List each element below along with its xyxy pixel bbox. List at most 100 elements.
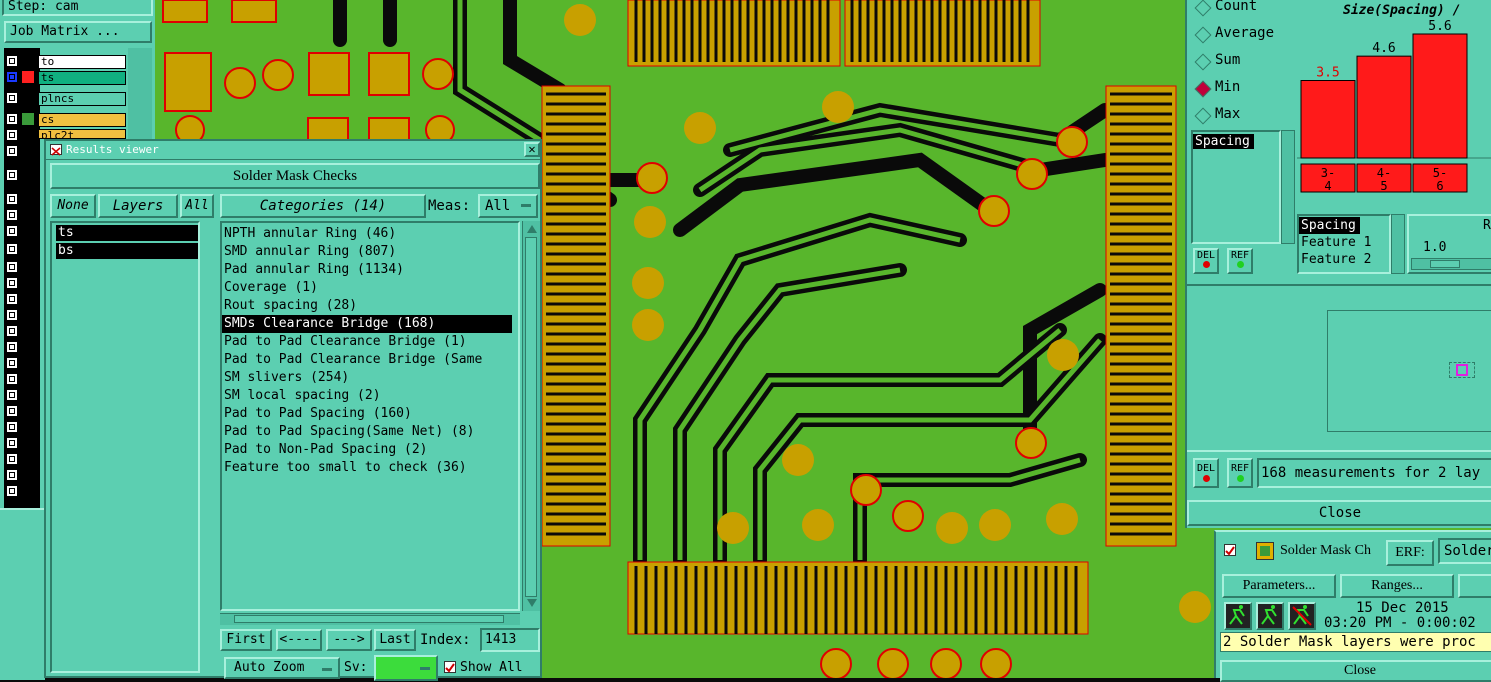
layer-name[interactable]: to — [38, 55, 126, 69]
radio-count[interactable] — [1194, 0, 1212, 17]
layer-checkbox[interactable] — [6, 357, 18, 369]
enable-checkbox[interactable] — [1224, 544, 1236, 556]
parameters-button[interactable]: Parameters... — [1222, 574, 1336, 598]
slider-thumb[interactable] — [1430, 260, 1460, 268]
index-input[interactable]: 1413 — [480, 628, 540, 652]
del-button[interactable]: DEL — [1193, 248, 1219, 274]
layer-name[interactable]: plncs — [38, 92, 126, 106]
run-icon[interactable] — [1224, 602, 1252, 630]
layer-checkbox[interactable] — [6, 309, 18, 321]
layer-checkbox[interactable] — [6, 293, 18, 305]
list-item[interactable]: ts — [56, 225, 198, 241]
close-button[interactable]: Close — [1220, 660, 1491, 682]
layer-name[interactable]: plc2t — [38, 129, 126, 139]
prev-button[interactable]: <---- — [276, 629, 322, 651]
category-item[interactable]: Pad to Pad Clearance Bridge (Same — [222, 351, 518, 369]
layer-checkbox[interactable] — [6, 243, 18, 255]
layer-checkbox[interactable] — [6, 277, 18, 289]
layers-list[interactable]: ts bs — [50, 221, 200, 673]
scroll-down-icon[interactable] — [527, 599, 537, 607]
layer-checkbox[interactable] — [6, 325, 18, 337]
resolution-slider[interactable] — [1411, 258, 1491, 270]
layer-checkbox[interactable] — [6, 421, 18, 433]
category-item[interactable]: Pad annular Ring (1134) — [222, 261, 518, 279]
category-item[interactable]: Rout spacing (28) — [222, 297, 518, 315]
layer-checkbox[interactable] — [6, 113, 18, 125]
layer-checkbox[interactable] — [6, 225, 18, 237]
layer-checkbox[interactable] — [6, 92, 18, 104]
layer-checkbox[interactable] — [6, 485, 18, 497]
layer-name[interactable]: ts — [38, 71, 126, 85]
layer-checkbox[interactable] — [6, 453, 18, 465]
categories-hscrollbar[interactable] — [220, 613, 520, 625]
layer-checkbox[interactable] — [6, 71, 18, 83]
category-item[interactable]: Pad to Pad Spacing (160) — [222, 405, 518, 423]
category-item[interactable]: SM local spacing (2) — [222, 387, 518, 405]
histogram-bar[interactable] — [1356, 55, 1412, 159]
layer-checkbox[interactable] — [6, 389, 18, 401]
first-button[interactable]: First — [220, 629, 272, 651]
sort-list-scrollbar[interactable] — [1391, 214, 1405, 274]
layer-checkbox[interactable] — [6, 145, 18, 157]
job-matrix-button[interactable]: Job Matrix ... — [4, 21, 152, 43]
layer-checkbox[interactable] — [6, 437, 18, 449]
ref-button[interactable]: REF — [1227, 458, 1253, 488]
radio-min[interactable] — [1194, 80, 1212, 98]
layer-checkbox[interactable] — [6, 193, 18, 205]
category-item[interactable]: SMDs Clearance Bridge (168) — [222, 315, 512, 333]
histogram-bar[interactable] — [1412, 33, 1468, 159]
layer-checkbox[interactable] — [6, 209, 18, 221]
attribute-list[interactable]: Spacing — [1191, 130, 1281, 244]
list-item[interactable]: bs — [56, 243, 198, 259]
categories-vscrollbar[interactable] — [522, 221, 540, 611]
radio-sum[interactable] — [1194, 53, 1212, 71]
layer-checkbox[interactable] — [6, 469, 18, 481]
next-button[interactable]: ---> — [326, 629, 372, 651]
layer-checkbox[interactable] — [6, 341, 18, 353]
category-item[interactable]: Coverage (1) — [222, 279, 518, 297]
category-item[interactable]: NPTH annular Ring (46) — [222, 225, 518, 243]
layer-checkbox[interactable] — [6, 405, 18, 417]
all-layers-button[interactable]: All — [180, 194, 214, 218]
stop-run-icon[interactable] — [1288, 602, 1316, 630]
histogram-chart[interactable]: Size(Spacing) / 3.5 3-4 4.6 4-5 5.6 5-6 — [1297, 0, 1491, 196]
list-item[interactable]: Feature 2 — [1299, 251, 1389, 268]
radio-max[interactable] — [1194, 107, 1212, 125]
run-all-icon[interactable] — [1256, 602, 1284, 630]
list-item[interactable]: Feature 1 — [1299, 234, 1389, 251]
none-button[interactable]: None — [50, 194, 96, 218]
scroll-up-icon[interactable] — [527, 225, 537, 233]
layer-checkbox[interactable] — [6, 129, 18, 141]
list-item[interactable]: Spacing — [1193, 134, 1254, 149]
radio-average[interactable] — [1194, 26, 1212, 44]
categories-button[interactable]: Categories (14) — [220, 194, 426, 218]
ref-button[interactable]: REF — [1227, 248, 1253, 274]
layer-checkbox[interactable] — [6, 261, 18, 273]
sort-list[interactable]: Spacing Feature 1 Feature 2 — [1297, 214, 1391, 274]
more-button[interactable] — [1458, 574, 1491, 598]
category-item[interactable]: Pad to Non-Pad Spacing (2) — [222, 441, 518, 459]
list-item[interactable]: Spacing — [1299, 217, 1360, 234]
layer-checkbox[interactable] — [6, 373, 18, 385]
layer-checkbox[interactable] — [6, 55, 18, 67]
sv-color-dropdown[interactable] — [374, 655, 438, 681]
attribute-list-scrollbar[interactable] — [1281, 130, 1295, 244]
show-all-checkbox[interactable] — [444, 661, 456, 673]
hscroll-thumb[interactable] — [234, 615, 504, 623]
close-icon[interactable]: ✕ — [524, 142, 540, 157]
meas-dropdown[interactable]: All — [478, 194, 538, 218]
layer-name[interactable]: cs — [38, 113, 126, 127]
results-viewer-titlebar[interactable]: Results viewer ✕ — [46, 141, 540, 160]
erf-value[interactable]: Solder — [1438, 538, 1491, 564]
del-button[interactable]: DEL — [1193, 458, 1219, 488]
layers-button[interactable]: Layers — [98, 194, 178, 218]
ranges-button[interactable]: Ranges... — [1340, 574, 1454, 598]
categories-list[interactable]: NPTH annular Ring (46) SMD annular Ring (… — [220, 221, 520, 611]
scroll-thumb[interactable] — [525, 237, 537, 597]
category-item[interactable]: SMD annular Ring (807) — [222, 243, 518, 261]
category-item[interactable]: Pad to Pad Spacing(Same Net) (8) — [222, 423, 518, 441]
close-button[interactable]: Close — [1187, 500, 1491, 526]
erf-button[interactable]: ERF: — [1386, 540, 1434, 566]
category-item[interactable]: Feature too small to check (36) — [222, 459, 518, 477]
auto-zoom-button[interactable]: Auto Zoom — [224, 657, 340, 679]
